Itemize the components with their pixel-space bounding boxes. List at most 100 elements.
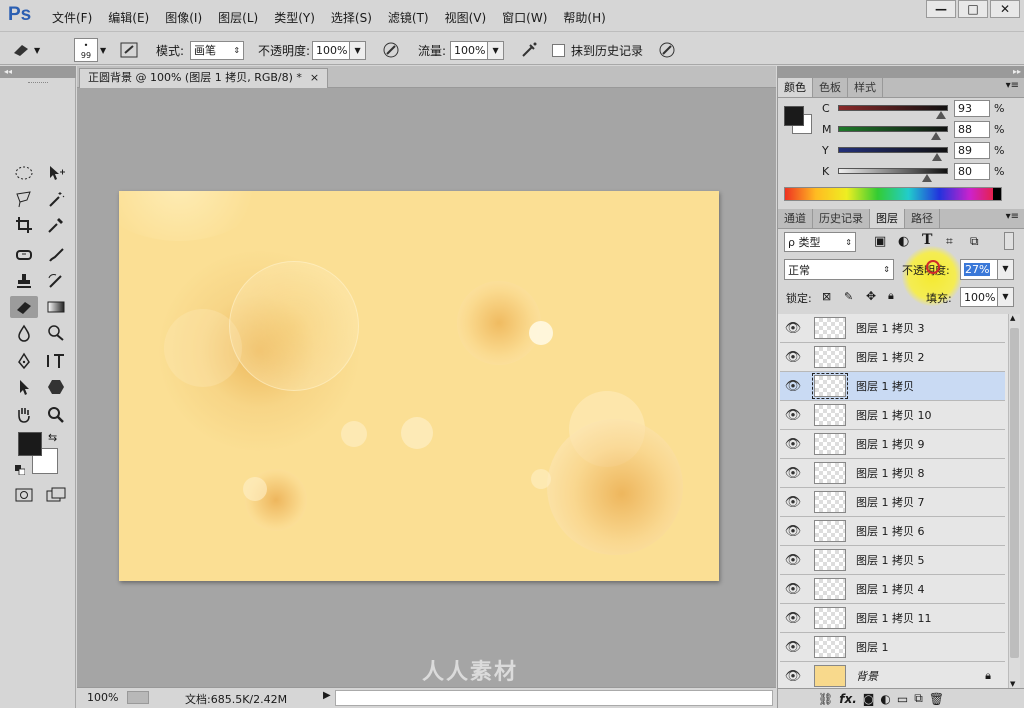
trash-icon[interactable]: 🗑︎ [929, 692, 944, 706]
panel-menu-icon[interactable]: ▾≡ [1006, 211, 1019, 222]
layer-row[interactable]: 👁︎ 图层 1 拷贝 3 [780, 314, 1005, 343]
pen-tool[interactable] [10, 350, 38, 372]
zoom-level[interactable]: 100% [87, 691, 118, 704]
black-slider[interactable] [838, 168, 948, 182]
slider-thumb[interactable] [932, 153, 942, 161]
pressure-opacity-toggle[interactable] [380, 40, 402, 60]
pressure-size-toggle[interactable] [656, 40, 678, 60]
eyedropper-tool[interactable] [42, 214, 70, 236]
play-arrow-icon[interactable]: ▶ [323, 690, 331, 701]
color-spectrum-ramp[interactable] [784, 187, 1002, 201]
blend-mode-select[interactable]: 正常 ⇕ [784, 259, 894, 280]
menu-layer[interactable]: 图层(L) [210, 9, 266, 26]
horizontal-scrollbar[interactable] [335, 690, 773, 706]
toolbar-collapse-grip[interactable]: ◂◂ [0, 66, 76, 78]
visibility-eye-icon[interactable]: 👁︎ [780, 408, 806, 423]
move-tool[interactable] [42, 162, 70, 184]
layer-row[interactable]: 👁︎ 图层 1 拷贝 7 [780, 488, 1005, 517]
swap-colors-icon[interactable]: ⇆ [48, 431, 57, 444]
layer-row[interactable]: 👁︎ 图层 1 拷贝 2 [780, 343, 1005, 372]
panel-collapse-grip[interactable]: ▸▸ [778, 66, 1024, 78]
clone-stamp-tool[interactable] [10, 270, 38, 292]
cyan-slider[interactable] [838, 105, 948, 119]
cyan-input[interactable]: 93 [954, 99, 990, 117]
dodge-tool[interactable] [42, 322, 70, 344]
visibility-eye-icon[interactable]: 👁︎ [780, 379, 806, 394]
layer-row-background[interactable]: 👁︎ 背景 🔒︎ [780, 662, 1005, 688]
path-selection-tool[interactable] [10, 376, 38, 398]
menu-filter[interactable]: 滤镜(T) [380, 9, 437, 26]
layer-opacity-input[interactable]: 27% [960, 259, 998, 280]
visibility-eye-icon[interactable]: 👁︎ [780, 640, 806, 655]
layer-row[interactable]: 👁︎ 图层 1 拷贝 9 [780, 430, 1005, 459]
link-layers-icon[interactable]: ⛓︎ [818, 692, 833, 706]
tab-history[interactable]: 历史记录 [813, 209, 870, 228]
magenta-input[interactable]: 88 [954, 120, 990, 138]
layer-row[interactable]: 👁︎ 图层 1 拷贝 5 [780, 546, 1005, 575]
new-group-icon[interactable]: ▭ [897, 692, 908, 706]
visibility-eye-icon[interactable]: 👁︎ [780, 669, 806, 684]
lock-all-icon[interactable]: 🔒︎ [888, 289, 894, 303]
layer-row[interactable]: 👁︎ 图层 1 拷贝 8 [780, 459, 1005, 488]
tab-paths[interactable]: 路径 [905, 209, 940, 228]
visibility-eye-icon[interactable]: 👁︎ [780, 495, 806, 510]
screen-mode-toggle[interactable] [42, 484, 70, 506]
maximize-button[interactable]: □ [958, 0, 988, 18]
lock-image-icon[interactable]: ✎ [844, 290, 853, 303]
layer-row[interactable]: 👁︎ 图层 1 拷贝 10 [780, 401, 1005, 430]
type-tool[interactable] [42, 350, 70, 372]
visibility-eye-icon[interactable]: 👁︎ [780, 582, 806, 597]
chevron-down-icon[interactable]: ▼ [998, 287, 1014, 307]
menu-window[interactable]: 窗口(W) [494, 9, 555, 26]
slider-thumb[interactable] [931, 132, 941, 140]
brush-tool[interactable] [42, 244, 70, 266]
scrollbar-thumb[interactable] [1010, 328, 1019, 658]
filter-pixel-icon[interactable]: ▣ [874, 234, 886, 249]
panel-menu-icon[interactable]: ▾≡ [1006, 80, 1019, 91]
new-layer-icon[interactable]: ⧉ [914, 691, 923, 706]
close-icon[interactable]: × [310, 69, 319, 88]
spectrum-black-swatch[interactable] [993, 188, 1001, 200]
tab-channels[interactable]: 通道 [778, 209, 813, 228]
erase-history-checkbox[interactable] [552, 43, 565, 57]
mode-select[interactable]: 画笔 ⇕ [190, 40, 245, 60]
black-input[interactable]: 80 [954, 162, 990, 180]
flow-input[interactable]: 100% [450, 40, 489, 60]
visibility-eye-icon[interactable]: 👁︎ [780, 350, 806, 365]
yellow-slider[interactable] [838, 147, 948, 161]
chevron-down-icon[interactable]: ▼ [350, 40, 367, 60]
document-tab[interactable]: 正圆背景 @ 100% (图层 1 拷贝, RGB/8) * × [79, 68, 329, 88]
chevron-down-icon[interactable]: ▼ [488, 40, 505, 60]
document-info[interactable]: 文档:685.5K/2.42M [185, 691, 287, 707]
layer-row[interactable]: 👁︎ 图层 1 拷贝 4 [780, 575, 1005, 604]
tab-swatches[interactable]: 色板 [813, 78, 848, 97]
lock-transparency-icon[interactable]: ⊠ [822, 290, 831, 303]
adjustment-layer-icon[interactable]: ◐ [880, 692, 890, 706]
tab-styles[interactable]: 样式 [848, 78, 883, 97]
layers-scrollbar[interactable]: ▲ ▼ [1008, 314, 1020, 688]
visibility-eye-icon[interactable]: 👁︎ [780, 437, 806, 452]
elliptical-marquee-tool[interactable] [10, 162, 38, 184]
fx-icon[interactable]: fx. [839, 692, 857, 706]
scroll-up-arrow-icon[interactable]: ▲ [1010, 314, 1015, 322]
visibility-eye-icon[interactable]: 👁︎ [780, 524, 806, 539]
chevron-down-icon[interactable]: ▼ [998, 259, 1014, 280]
layer-filter-select[interactable]: ρ 类型 ⇕ [784, 232, 856, 252]
filter-adjustment-icon[interactable]: ◐ [898, 234, 909, 249]
gradient-tool[interactable] [42, 296, 70, 318]
menu-type[interactable]: 类型(Y) [266, 9, 323, 26]
menu-help[interactable]: 帮助(H) [555, 9, 613, 26]
slider-thumb[interactable] [922, 174, 932, 182]
layer-row-selected[interactable]: 👁︎ 图层 1 拷贝 [780, 372, 1005, 401]
tab-layers[interactable]: 图层 [870, 209, 905, 228]
brush-panel-toggle[interactable] [118, 40, 140, 60]
layer-row[interactable]: 👁︎ 图层 1 [780, 633, 1005, 662]
add-mask-icon[interactable]: ◙ [863, 692, 875, 706]
eraser-tool-preset[interactable]: ▼ [10, 40, 40, 60]
menu-view[interactable]: 视图(V) [437, 9, 495, 26]
spot-healing-tool[interactable] [10, 244, 38, 266]
menu-edit[interactable]: 编辑(E) [100, 9, 157, 26]
menu-image[interactable]: 图像(I) [157, 9, 210, 26]
lock-position-icon[interactable]: ✥ [866, 289, 876, 303]
lasso-tool[interactable] [10, 188, 38, 210]
